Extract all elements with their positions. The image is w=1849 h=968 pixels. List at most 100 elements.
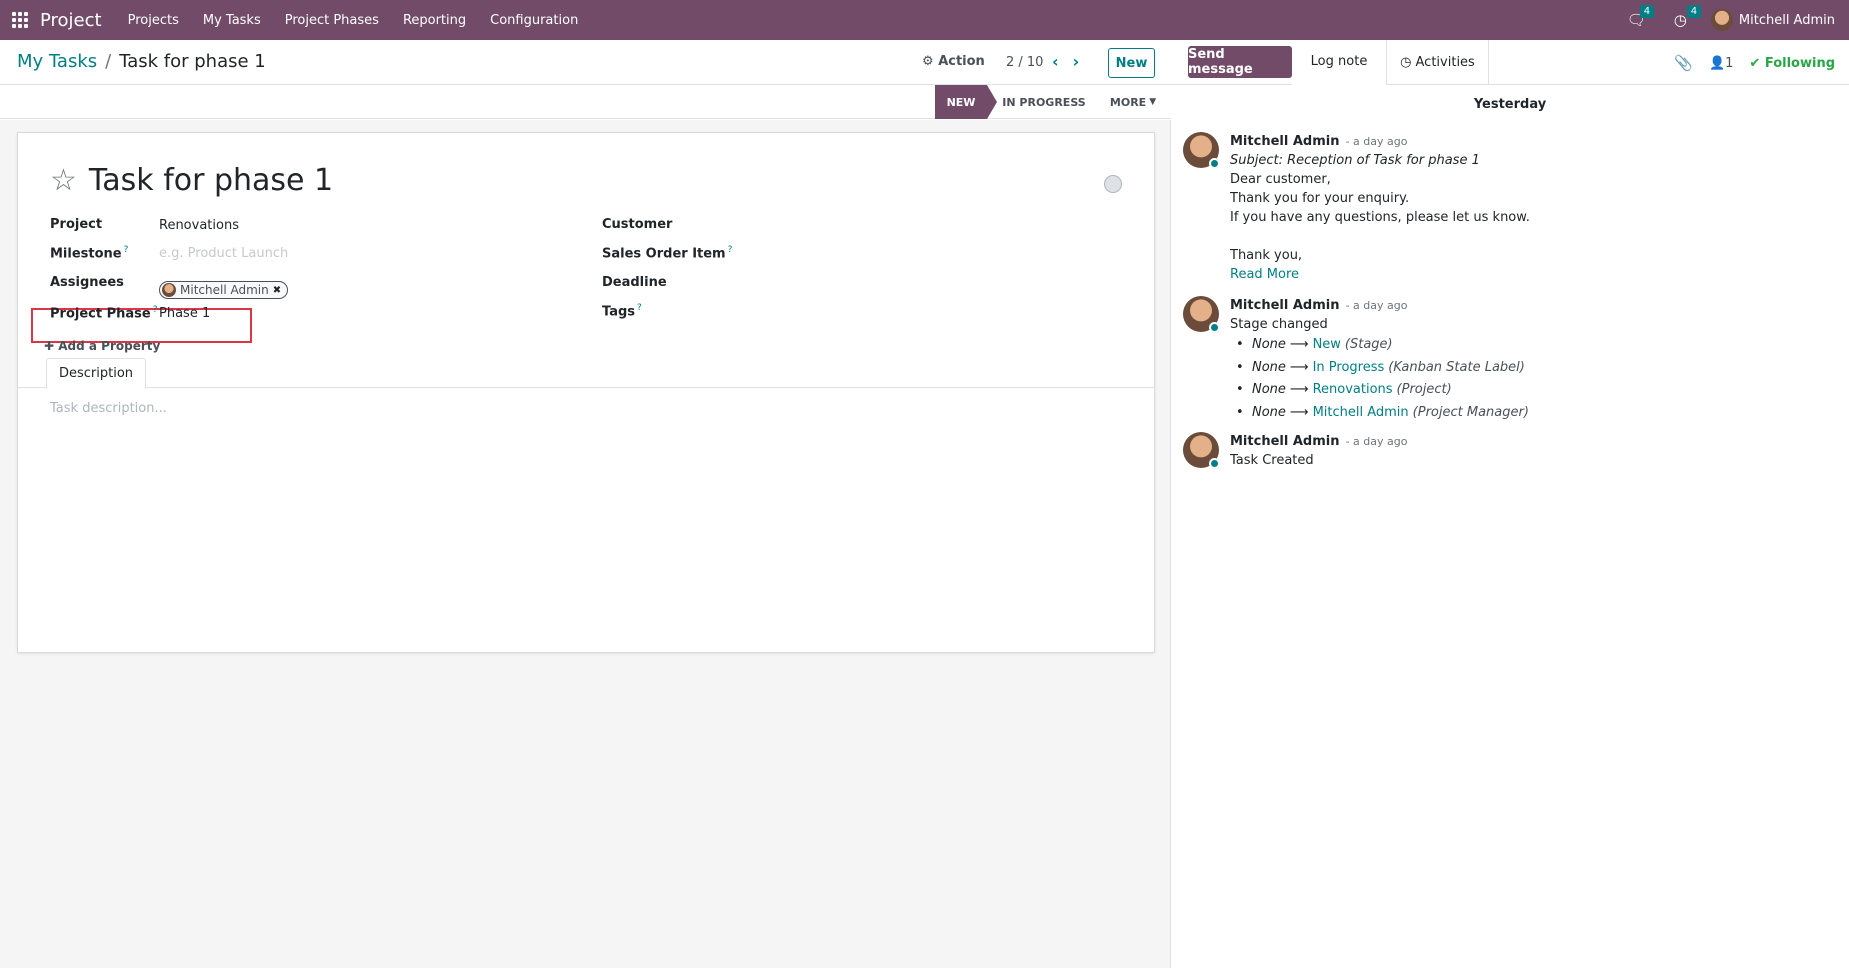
author-name[interactable]: Mitchell Admin	[1230, 434, 1339, 449]
chatter-message: Mitchell Admin - a day ago Subject: Rece…	[1183, 132, 1833, 292]
project-label: Project	[50, 217, 103, 232]
breadcrumb-current: Task for phase 1	[119, 51, 266, 72]
messages-counter: 4	[1639, 5, 1655, 18]
chatter-message: Mitchell Admin - a day ago Task Created	[1183, 432, 1833, 472]
remove-tag-icon[interactable]: ✖	[273, 285, 281, 296]
milestone-help-icon[interactable]: ?	[124, 245, 129, 255]
date-separator: Yesterday	[1473, 97, 1547, 112]
send-message-button[interactable]: Send message	[1188, 46, 1292, 78]
new-button[interactable]: New	[1108, 48, 1155, 78]
tracking-field-name: (Stage)	[1344, 337, 1393, 352]
description-editor[interactable]: Task description...	[50, 401, 167, 416]
user-name: Mitchell Admin	[1738, 12, 1835, 28]
arrow-right-icon: ⟶	[1289, 382, 1309, 397]
pager-value[interactable]: 2 / 10	[1006, 55, 1043, 70]
following-button[interactable]: ✔ Following	[1749, 56, 1835, 71]
following-label: Following	[1764, 55, 1835, 71]
breadcrumb: My Tasks / Task for phase 1	[17, 51, 266, 72]
task-title[interactable]: Task for phase 1	[89, 163, 333, 198]
arrow-right-icon: ⟶	[1289, 337, 1309, 352]
followers-count: 1	[1725, 55, 1734, 71]
tracking-new-value: Renovations	[1312, 382, 1393, 397]
project-phase-help-icon[interactable]: ?	[153, 305, 158, 315]
message-line	[1230, 227, 1830, 246]
messages-icon[interactable]: 🗨 4	[1627, 5, 1655, 29]
author-name[interactable]: Mitchell Admin	[1230, 134, 1339, 149]
project-phase-label-text: Project Phase	[50, 306, 151, 322]
tab-description[interactable]: Description	[46, 358, 147, 389]
kanban-state-circle[interactable]	[1104, 175, 1122, 193]
app-brand[interactable]: Project	[40, 10, 102, 31]
assignee-tag[interactable]: Mitchell Admin ✖	[159, 281, 289, 299]
online-status-icon	[1209, 458, 1220, 469]
tracking-list: None⟶New(Stage) None⟶In Progress(Kanban …	[1230, 334, 1830, 424]
activities-clock-icon[interactable]: ◷ 4	[1674, 5, 1702, 29]
tracking-item: None⟶Renovations(Project)	[1230, 379, 1830, 402]
sales-order-item-label: Sales Order Item?	[602, 245, 732, 261]
action-label: Action	[938, 54, 985, 69]
plus-icon: ✚	[44, 339, 55, 353]
menu-project-phases[interactable]: Project Phases	[273, 13, 391, 28]
status-bar: NEW IN PROGRESS MORE ▼	[0, 85, 1171, 119]
milestone-input[interactable]: e.g. Product Launch	[159, 246, 288, 261]
tracking-old-value: None	[1252, 359, 1286, 375]
customer-label: Customer	[602, 217, 673, 232]
message-subject: Subject: Reception of Task for phase 1	[1230, 153, 1480, 168]
message-line: Dear customer,	[1230, 172, 1331, 187]
caret-down-icon: ▼	[1149, 97, 1157, 107]
more-label: MORE	[1109, 95, 1147, 109]
arrow-right-icon: ⟶	[1289, 359, 1309, 375]
breadcrumb-my-tasks[interactable]: My Tasks	[17, 51, 97, 72]
log-note-button[interactable]: Log note	[1292, 40, 1386, 85]
followers-button[interactable]: 👤1	[1709, 56, 1733, 71]
assignee-avatar	[162, 283, 176, 297]
activities-button[interactable]: ◷ Activities	[1386, 40, 1489, 85]
menu-reporting[interactable]: Reporting	[391, 13, 478, 28]
project-phase-value[interactable]: Phase 1	[159, 306, 210, 321]
activities-label: Activities	[1415, 55, 1475, 70]
assignee-name: Mitchell Admin	[180, 283, 269, 297]
stage-new[interactable]: NEW	[935, 85, 997, 119]
chevron-left-icon[interactable]: ‹	[1052, 52, 1059, 71]
user-menu[interactable]: Mitchell Admin	[1710, 9, 1835, 31]
form-sheet: ☆ Task for phase 1 Project Renovations M…	[17, 132, 1155, 653]
chatter-panel: Send message Log note ◷ Activities 📎 👤1 …	[1171, 40, 1849, 968]
online-status-icon	[1209, 158, 1220, 169]
gear-icon: ⚙	[922, 54, 934, 69]
tags-label-text: Tags	[602, 304, 636, 320]
project-value[interactable]: Renovations	[159, 218, 239, 233]
message-text: Task Created	[1230, 453, 1314, 468]
tags-help-icon[interactable]: ?	[637, 303, 642, 313]
tracking-old-value: None	[1252, 337, 1286, 352]
title-row: ☆ Task for phase 1	[50, 163, 333, 198]
deadline-label: Deadline	[602, 275, 667, 290]
activities-counter: 4	[1686, 5, 1702, 18]
message-body: Mitchell Admin - a day ago Task Created	[1230, 432, 1830, 470]
chevron-right-icon[interactable]: ›	[1073, 52, 1080, 71]
stage-in-progress[interactable]: IN PROGRESS	[1000, 85, 1088, 119]
sales-order-item-help-icon[interactable]: ?	[728, 245, 733, 255]
menu-configuration[interactable]: Configuration	[478, 13, 590, 28]
online-status-icon	[1209, 322, 1220, 333]
message-line: Thank you for your enquiry.	[1230, 191, 1410, 206]
milestone-label-text: Milestone	[50, 246, 122, 262]
message-date: - a day ago	[1345, 135, 1408, 148]
tracking-item: None⟶New(Stage)	[1230, 334, 1830, 357]
check-icon: ✔	[1749, 55, 1761, 71]
tracking-old-value: None	[1252, 382, 1286, 397]
tracking-item: None⟶In Progress(Kanban State Label)	[1230, 357, 1830, 380]
action-button[interactable]: ⚙ Action	[922, 54, 985, 69]
user-avatar	[1710, 9, 1733, 31]
author-name[interactable]: Mitchell Admin	[1230, 298, 1339, 313]
stage-more-dropdown[interactable]: MORE ▼	[1105, 85, 1161, 119]
sales-order-item-label-text: Sales Order Item	[602, 246, 726, 262]
read-more-link[interactable]: Read More	[1230, 265, 1830, 284]
menu-projects[interactable]: Projects	[116, 13, 191, 28]
pager-nav: ‹ ›	[1052, 52, 1079, 71]
add-property-button[interactable]: ✚ Add a Property	[44, 339, 160, 353]
tracking-field-name: (Kanban State Label)	[1388, 359, 1525, 375]
paperclip-icon[interactable]: 📎	[1674, 54, 1693, 72]
star-icon[interactable]: ☆	[50, 165, 77, 196]
apps-menu-icon[interactable]	[0, 0, 40, 40]
menu-my-tasks[interactable]: My Tasks	[191, 13, 273, 28]
